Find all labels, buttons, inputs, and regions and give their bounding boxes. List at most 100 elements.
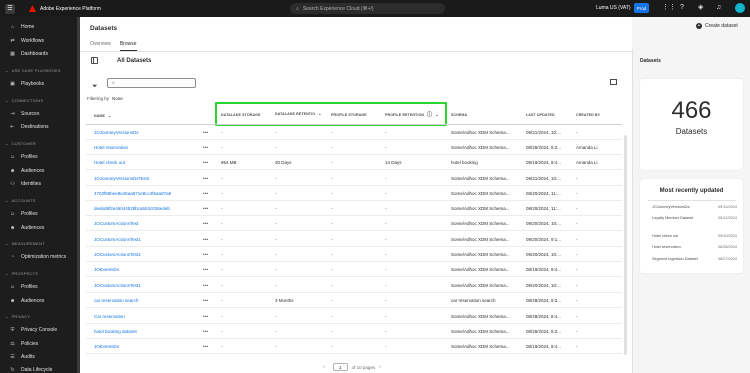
column-header-datalake-storage[interactable]: DATALAKE STORAGE xyxy=(221,113,261,117)
row-actions-button[interactable]: ••• xyxy=(203,283,211,288)
cell-schema[interactable]: Some/Adhoc XDM Schema... xyxy=(451,237,519,242)
cell-schema[interactable]: car reservation search xyxy=(451,298,519,303)
env-badge[interactable]: Prod xyxy=(634,3,649,13)
column-header-profile-storage[interactable]: PROFILE STORAGE xyxy=(331,113,367,117)
table-row[interactable]: Car reservation ••• - - - - Some/Adhoc XDM Sch… xyxy=(86,309,622,324)
row-actions-button[interactable]: ••• xyxy=(203,221,211,226)
cell-schema[interactable]: hotel booking xyxy=(451,160,519,165)
sidebar-section-accounts[interactable]: ⌄ ACCOUNTS xyxy=(5,198,36,203)
sidebar-item-dashboards[interactable]: ▦ Dashboards xyxy=(0,49,48,59)
next-page-button[interactable]: › xyxy=(379,364,381,370)
sidebar-item-audits[interactable]: ☰ Audits xyxy=(0,352,35,362)
table-row[interactable]: JOCustomActionsTest1 ••• - - - - Some/Adhoc XD… xyxy=(86,232,622,247)
cell-name[interactable]: Hotel reservation xyxy=(94,145,206,150)
cell-name[interactable]: JOEventsDs xyxy=(94,267,206,272)
table-row[interactable]: JOJourneyVersionsDsTest2 ••• - - - - Some/Adho… xyxy=(86,171,622,186)
page-number-input[interactable]: 1 xyxy=(332,363,348,371)
cell-name[interactable]: JOCustomActionsTest1 xyxy=(94,237,206,242)
sidebar-item-destinations[interactable]: ⇤ Destinations xyxy=(0,122,48,132)
row-actions-button[interactable]: ••• xyxy=(203,145,211,150)
cell-name[interactable]: deabd9f2e46044b28bca553c026edeb xyxy=(94,206,206,211)
apps-grid-icon[interactable]: ⋮⋮ xyxy=(662,4,676,12)
sidebar-item-workflows[interactable]: ⇄ Workflows xyxy=(0,36,44,46)
cell-name[interactable]: JOCustomActionsTest xyxy=(94,221,206,226)
row-actions-button[interactable]: ••• xyxy=(203,298,211,303)
app-title[interactable]: Adobe Experience Platform xyxy=(40,6,101,12)
table-row[interactable]: 4703f59bee8e46aa971e8cc4f5aa87a8 ••• - - - - S… xyxy=(86,186,622,201)
column-header-created-by[interactable]: CREATED BY xyxy=(576,113,600,117)
table-row[interactable]: JOJourneyVersionsDs ••• - - - - Some/Adhoc XDM… xyxy=(86,125,622,140)
cell-name[interactable]: Car reservation xyxy=(94,314,206,319)
help-icon[interactable]: ? xyxy=(680,4,684,12)
row-actions-button[interactable]: ••• xyxy=(203,314,211,319)
sidebar-item-prospect-audiences[interactable]: ☻ Audiences xyxy=(0,296,44,306)
sidebar-section-privacy[interactable]: ⌄ PRIVACY xyxy=(5,314,30,319)
sidebar-item-data-lifecycle[interactable]: ↻ Data Lifecycle xyxy=(0,365,52,373)
bell-icon[interactable]: ♫ xyxy=(716,4,721,12)
table-row[interactable]: hotel booking dataset ••• - - - - Some/Adhoc X… xyxy=(86,324,622,339)
row-actions-button[interactable]: ••• xyxy=(203,344,211,349)
column-settings-icon[interactable] xyxy=(610,79,617,85)
cell-schema[interactable]: Some/Adhoc XDM Schema... xyxy=(451,344,519,349)
sidebar-item-account-profiles[interactable]: ☺ Profiles xyxy=(0,209,38,219)
table-scrollbar[interactable] xyxy=(624,135,627,355)
table-row[interactable]: JOEventsDs ••• - - - - Some/Adhoc XDM Schema..… xyxy=(86,262,622,277)
sidebar-item-policies[interactable]: ⚖ Policies xyxy=(0,339,38,349)
sidebar-item-profiles[interactable]: ☺ Profiles xyxy=(0,152,38,162)
prev-page-button[interactable]: ‹ xyxy=(323,364,325,370)
row-actions-button[interactable]: ••• xyxy=(203,176,211,181)
cell-name[interactable]: JOCustomActionsTest1 xyxy=(94,283,206,288)
row-actions-button[interactable]: ••• xyxy=(203,329,211,334)
hamburger-icon[interactable]: ☰ xyxy=(5,3,15,14)
table-row[interactable]: deabd9f2e46044b28bca553c026edeb ••• - - - - So… xyxy=(86,201,622,216)
cell-schema[interactable]: Some/Adhoc XDM Schema... xyxy=(451,329,519,334)
cell-name[interactable]: Hotel check out xyxy=(94,160,206,165)
column-header-profile-retention[interactable]: PROFILE RETENTION ⓘ ⌄ xyxy=(385,111,439,118)
cell-schema[interactable]: Some/Adhoc XDM Schema... xyxy=(451,283,519,288)
column-header-schema[interactable]: SCHEMA xyxy=(451,113,467,117)
sidebar-item-identities[interactable]: ⚇ Identities xyxy=(0,179,41,189)
dataset-search-input[interactable]: ⌕ xyxy=(107,78,196,88)
notifications-icon[interactable]: ◈ xyxy=(698,4,703,12)
sidebar-section-prospects[interactable]: ⌄ PROSPECTS xyxy=(5,271,38,276)
cell-schema[interactable]: Some/Adhoc XDM Schema... xyxy=(451,130,519,135)
global-search-input[interactable]: ⌕ Search Experience Cloud (⌘+/) xyxy=(290,3,445,14)
table-row[interactable]: JOCustomActionsTest1 ••• - - - - Some/Adhoc XD… xyxy=(86,247,622,262)
cell-name[interactable]: JOCustomActionsTest1 xyxy=(94,252,206,257)
info-icon[interactable]: ⓘ xyxy=(427,111,432,118)
sidebar-item-playbooks[interactable]: ▣ Playbooks xyxy=(0,79,44,89)
cell-schema[interactable]: Some/Adhoc XDM Schema... xyxy=(451,191,519,196)
filter-icon[interactable]: ⏷ xyxy=(92,83,98,91)
row-actions-button[interactable]: ••• xyxy=(203,130,211,135)
table-row[interactable]: JOCustomActionsTest1 ••• - - - - Some/Adhoc XD… xyxy=(86,278,622,293)
cell-schema[interactable]: Some/Adhoc XDM Schema... xyxy=(451,221,519,226)
create-dataset-button[interactable]: + Create dataset xyxy=(696,23,738,29)
avatar[interactable] xyxy=(735,3,745,13)
sidebar-item-privacy-console[interactable]: ⛨ Privacy Console xyxy=(0,325,58,335)
org-switcher[interactable]: Luma US (VAT) xyxy=(596,5,631,11)
cell-schema[interactable]: Some/Adhoc XDM Schema... xyxy=(451,145,519,150)
row-actions-button[interactable]: ••• xyxy=(203,191,211,196)
row-actions-button[interactable]: ••• xyxy=(203,206,211,211)
sidebar-item-audiences[interactable]: ☻ Audiences xyxy=(0,166,44,176)
cell-schema[interactable]: Some/Adhoc XDM Schema... xyxy=(451,267,519,272)
column-header-datalake-retention[interactable]: DATALAKE RETENTIO ⌄ xyxy=(275,111,322,116)
sidebar-item-home[interactable]: ⌂ Home xyxy=(0,22,34,32)
sidebar-section-measurement[interactable]: ⌄ MEASUREMENT xyxy=(5,241,45,246)
cell-schema[interactable]: Some/Adhoc XDM Schema... xyxy=(451,176,519,181)
cell-schema[interactable]: Some/Adhoc XDM Schema... xyxy=(451,314,519,319)
cell-name[interactable]: JOJourneyVersionsDs xyxy=(94,130,206,135)
table-row[interactable]: JOCustomActionsTest ••• - - - - Some/Adhoc XDM… xyxy=(86,216,622,231)
sidebar-section-playbooks[interactable]: ⌄ USE CASE PLAYBOOKS xyxy=(5,68,61,73)
cell-schema[interactable]: Some/Adhoc XDM Schema... xyxy=(451,206,519,211)
sidebar-section-connections[interactable]: ⌄ CONNECTIONS xyxy=(5,98,43,103)
row-actions-button[interactable]: ••• xyxy=(203,252,211,257)
tab-browse[interactable]: Browse xyxy=(119,41,137,51)
row-actions-button[interactable]: ••• xyxy=(203,237,211,242)
cell-name[interactable]: 4703f59bee8e46aa971e8cc4f5aa87a8 xyxy=(94,191,206,196)
sidebar-item-sources[interactable]: ⇥ Sources xyxy=(0,109,39,119)
row-actions-button[interactable]: ••• xyxy=(203,160,211,165)
sidebar-item-prospect-profiles[interactable]: ☺ Profiles xyxy=(0,282,38,292)
row-actions-button[interactable]: ••• xyxy=(203,267,211,272)
sidebar-item-optimization-metrics[interactable]: ◔ Optimization metrics xyxy=(0,252,66,262)
